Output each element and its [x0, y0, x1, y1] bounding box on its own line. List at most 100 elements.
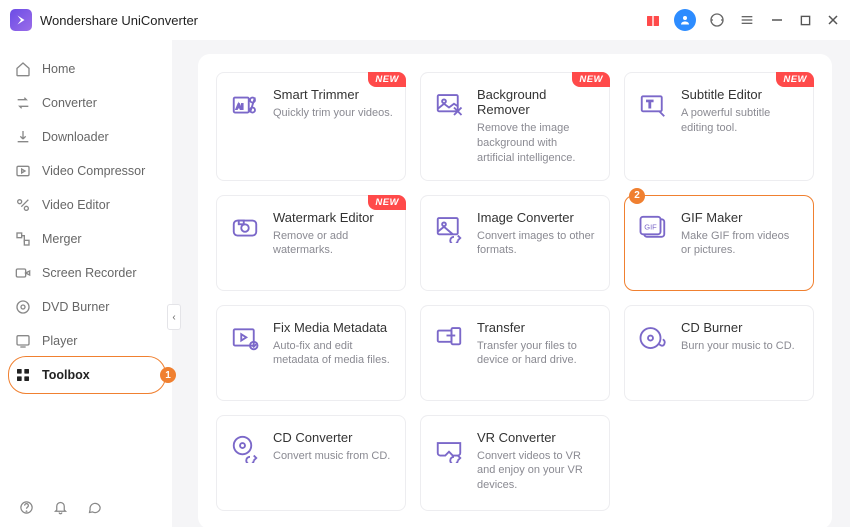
user-avatar-icon[interactable]	[674, 9, 696, 31]
smart-trimmer-icon: AI	[229, 89, 261, 121]
menu-icon[interactable]	[738, 11, 756, 29]
gif-maker-icon: GIF	[637, 212, 669, 244]
card-desc: Convert images to other formats.	[477, 229, 597, 259]
window-controls	[770, 13, 840, 27]
card-desc: Remove or add watermarks.	[273, 229, 393, 259]
new-badge: NEW	[368, 195, 406, 210]
maximize-button[interactable]	[798, 13, 812, 27]
card-title: GIF Maker	[681, 210, 801, 225]
subtitle-editor-icon: T	[637, 89, 669, 121]
downloader-icon	[14, 128, 32, 146]
card-desc: Make GIF from videos or pictures.	[681, 229, 801, 259]
card-desc: Burn your music to CD.	[681, 339, 795, 354]
close-button[interactable]	[826, 13, 840, 27]
compressor-icon	[14, 162, 32, 180]
card-smart-trimmer[interactable]: NEW AI Smart Trimmer Quickly trim your v…	[216, 72, 406, 181]
transfer-icon	[433, 322, 465, 354]
card-desc: Transfer your files to device or hard dr…	[477, 339, 597, 369]
player-icon	[14, 332, 32, 350]
card-background-remover[interactable]: NEW Background Remover Remove the image …	[420, 72, 610, 181]
card-cd-burner[interactable]: CD Burner Burn your music to CD.	[624, 305, 814, 401]
sidebar-item-label: Home	[42, 62, 75, 76]
help-icon[interactable]	[18, 499, 34, 515]
new-badge: NEW	[776, 72, 814, 87]
sidebar-item-merger[interactable]: Merger	[0, 222, 172, 256]
card-gif-maker[interactable]: 2 GIF GIF Maker Make GIF from videos or …	[624, 195, 814, 291]
sidebar-item-downloader[interactable]: Downloader	[0, 120, 172, 154]
editor-icon	[14, 196, 32, 214]
watermark-editor-icon	[229, 212, 261, 244]
card-image-converter[interactable]: Image Converter Convert images to other …	[420, 195, 610, 291]
sidebar-item-converter[interactable]: Converter	[0, 86, 172, 120]
sidebar-item-player[interactable]: Player	[0, 324, 172, 358]
card-desc: Convert music from CD.	[273, 449, 390, 464]
converter-icon	[14, 94, 32, 112]
sidebar-badge: 1	[160, 367, 176, 383]
card-title: Transfer	[477, 320, 597, 335]
vr-converter-icon	[433, 432, 465, 464]
feedback-icon[interactable]	[86, 499, 102, 515]
card-watermark-editor[interactable]: NEW Watermark Editor Remove or add water…	[216, 195, 406, 291]
support-icon[interactable]	[708, 11, 726, 29]
sidebar-item-recorder[interactable]: Screen Recorder	[0, 256, 172, 290]
sidebar: Home Converter Downloader Video Compress…	[0, 40, 172, 527]
card-desc: Remove the image background with artific…	[477, 121, 597, 166]
card-title: Watermark Editor	[273, 210, 393, 225]
dvd-icon	[14, 298, 32, 316]
card-title: Subtitle Editor	[681, 87, 801, 102]
gift-icon[interactable]	[644, 11, 662, 29]
toolbox-icon	[14, 366, 32, 384]
new-badge: NEW	[572, 72, 610, 87]
card-step-badge: 2	[629, 188, 645, 204]
bell-icon[interactable]	[52, 499, 68, 515]
recorder-icon	[14, 264, 32, 282]
sidebar-item-label: Video Editor	[42, 198, 110, 212]
svg-text:T: T	[647, 100, 653, 111]
card-title: VR Converter	[477, 430, 597, 445]
card-desc: A powerful subtitle editing tool.	[681, 106, 801, 136]
card-cd-converter[interactable]: CD Converter Convert music from CD.	[216, 415, 406, 511]
sidebar-item-editor[interactable]: Video Editor	[0, 188, 172, 222]
new-badge: NEW	[368, 72, 406, 87]
sidebar-item-label: Merger	[42, 232, 82, 246]
card-transfer[interactable]: Transfer Transfer your files to device o…	[420, 305, 610, 401]
titlebar-actions	[644, 9, 756, 31]
home-icon	[14, 60, 32, 78]
card-fix-metadata[interactable]: Fix Media Metadata Auto-fix and edit met…	[216, 305, 406, 401]
sidebar-item-toolbox[interactable]: Toolbox 1	[0, 358, 172, 392]
card-desc: Quickly trim your videos.	[273, 106, 393, 121]
titlebar: Wondershare UniConverter	[0, 0, 850, 40]
card-subtitle-editor[interactable]: NEW T Subtitle Editor A powerful subtitl…	[624, 72, 814, 181]
sidebar-item-label: Screen Recorder	[42, 266, 137, 280]
card-title: CD Burner	[681, 320, 795, 335]
sidebar-item-label: Player	[42, 334, 77, 348]
image-converter-icon	[433, 212, 465, 244]
card-desc: Auto-fix and edit metadata of media file…	[273, 339, 393, 369]
card-title: CD Converter	[273, 430, 390, 445]
sidebar-item-label: Toolbox	[42, 368, 90, 382]
card-desc: Convert videos to VR and enjoy on your V…	[477, 449, 597, 494]
main-content: NEW AI Smart Trimmer Quickly trim your v…	[172, 40, 850, 527]
sidebar-item-label: Converter	[42, 96, 97, 110]
app-logo	[10, 9, 32, 31]
app-title: Wondershare UniConverter	[40, 13, 198, 28]
svg-text:AI: AI	[236, 102, 243, 111]
sidebar-item-compressor[interactable]: Video Compressor	[0, 154, 172, 188]
card-title: Image Converter	[477, 210, 597, 225]
background-remover-icon	[433, 89, 465, 121]
sidebar-item-label: Downloader	[42, 130, 109, 144]
sidebar-item-home[interactable]: Home	[0, 52, 172, 86]
cd-converter-icon	[229, 432, 261, 464]
svg-text:GIF: GIF	[644, 222, 657, 231]
card-vr-converter[interactable]: VR Converter Convert videos to VR and en…	[420, 415, 610, 511]
sidebar-item-dvd[interactable]: DVD Burner	[0, 290, 172, 324]
sidebar-item-label: DVD Burner	[42, 300, 109, 314]
merger-icon	[14, 230, 32, 248]
sidebar-item-label: Video Compressor	[42, 164, 145, 178]
sidebar-collapse-button[interactable]: ‹	[167, 304, 181, 330]
card-title: Background Remover	[477, 87, 597, 117]
minimize-button[interactable]	[770, 13, 784, 27]
toolbox-grid: NEW AI Smart Trimmer Quickly trim your v…	[216, 72, 814, 511]
metadata-icon	[229, 322, 261, 354]
card-title: Fix Media Metadata	[273, 320, 393, 335]
